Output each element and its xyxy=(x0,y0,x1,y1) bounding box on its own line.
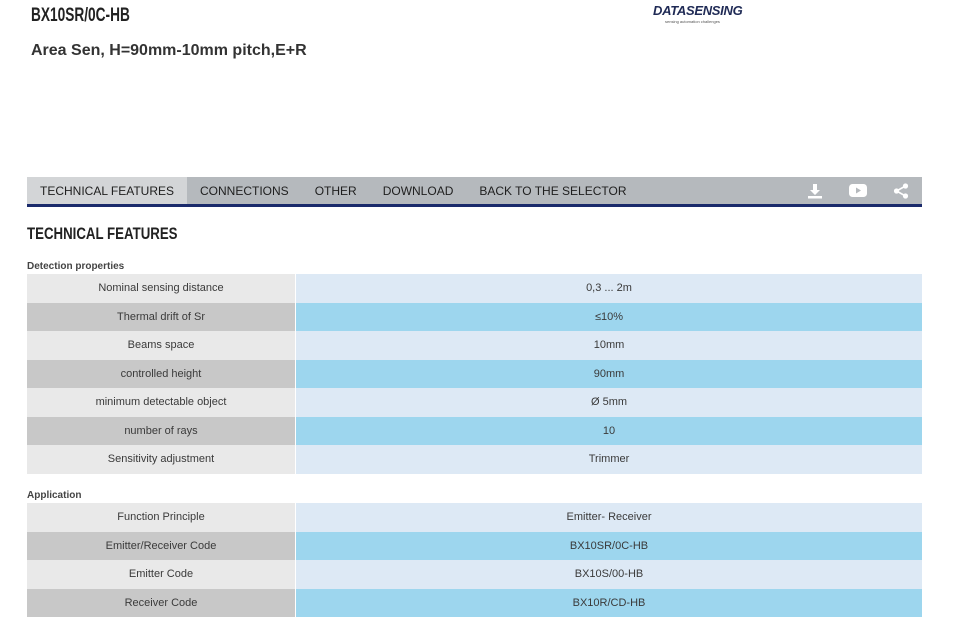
table-row: Emitter Code BX10S/00-HB xyxy=(27,560,922,589)
tab-bar: TECHNICAL FEATURES CONNECTIONS OTHER DOW… xyxy=(27,177,922,207)
table-row: Nominal sensing distance 0,3 ... 2m xyxy=(27,274,922,303)
product-description: Area Sen, H=90mm-10mm pitch,E+R xyxy=(31,42,307,59)
share-icon[interactable] xyxy=(879,177,922,204)
tab-other[interactable]: OTHER xyxy=(302,177,370,204)
tab-icon-group xyxy=(793,177,922,204)
group-label-application: Application xyxy=(27,490,82,501)
group-label-detection: Detection properties xyxy=(27,261,125,272)
row-key: Thermal drift of Sr xyxy=(27,302,296,331)
table-row: controlled height 90mm xyxy=(27,359,922,388)
tab-back-to-selector[interactable]: BACK TO THE SELECTOR xyxy=(466,177,639,204)
row-value: 10mm xyxy=(295,331,922,360)
datasensing-logo[interactable]: DATASENSING sensing automation challenge… xyxy=(653,3,745,25)
logo-tagline: sensing automation challenges xyxy=(665,19,720,24)
row-value: ≤10% xyxy=(295,302,922,331)
row-value: BX10S/00-HB xyxy=(295,560,922,589)
row-key: Function Principle xyxy=(27,503,296,532)
youtube-icon[interactable] xyxy=(836,177,879,204)
table-row: Sensitivity adjustment Trimmer xyxy=(27,445,922,474)
row-key: controlled height xyxy=(27,359,296,388)
row-value: 90mm xyxy=(295,359,922,388)
row-value: Emitter- Receiver xyxy=(295,503,922,532)
row-value: Trimmer xyxy=(295,445,922,474)
row-key: Emitter/Receiver Code xyxy=(27,531,296,560)
row-key: minimum detectable object xyxy=(27,388,296,417)
row-key: Emitter Code xyxy=(27,560,296,589)
detection-properties-table: Nominal sensing distance 0,3 ... 2m Therm… xyxy=(27,274,922,474)
table-row: number of rays 10 xyxy=(27,416,922,445)
row-key: Receiver Code xyxy=(27,588,296,617)
tab-technical-features[interactable]: TECHNICAL FEATURES xyxy=(27,177,188,204)
tab-connections[interactable]: CONNECTIONS xyxy=(187,177,302,204)
table-row: Function Principle Emitter- Receiver xyxy=(27,503,922,532)
row-key: Nominal sensing distance xyxy=(27,274,296,303)
row-value: Ø 5mm xyxy=(295,388,922,417)
row-value: 10 xyxy=(295,416,922,445)
row-value: BX10R/CD-HB xyxy=(295,588,922,617)
table-row: Beams space 10mm xyxy=(27,331,922,360)
table-row: minimum detectable object Ø 5mm xyxy=(27,388,922,417)
row-value: 0,3 ... 2m xyxy=(295,274,922,303)
table-row: Emitter/Receiver Code BX10SR/0C-HB xyxy=(27,531,922,560)
logo-text: DATASENSING xyxy=(653,3,743,18)
row-key: number of rays xyxy=(27,416,296,445)
tab-download[interactable]: DOWNLOAD xyxy=(370,177,467,204)
table-row: Thermal drift of Sr ≤10% xyxy=(27,302,922,331)
table-row: Receiver Code BX10R/CD-HB xyxy=(27,588,922,617)
application-table: Function Principle Emitter- Receiver Emit… xyxy=(27,503,922,617)
section-title: TECHNICAL FEATURES xyxy=(27,224,178,243)
row-value: BX10SR/0C-HB xyxy=(295,531,922,560)
row-key: Beams space xyxy=(27,331,296,360)
download-icon[interactable] xyxy=(793,177,836,204)
row-key: Sensitivity adjustment xyxy=(27,445,296,474)
product-code: BX10SR/0C-HB xyxy=(31,5,130,26)
